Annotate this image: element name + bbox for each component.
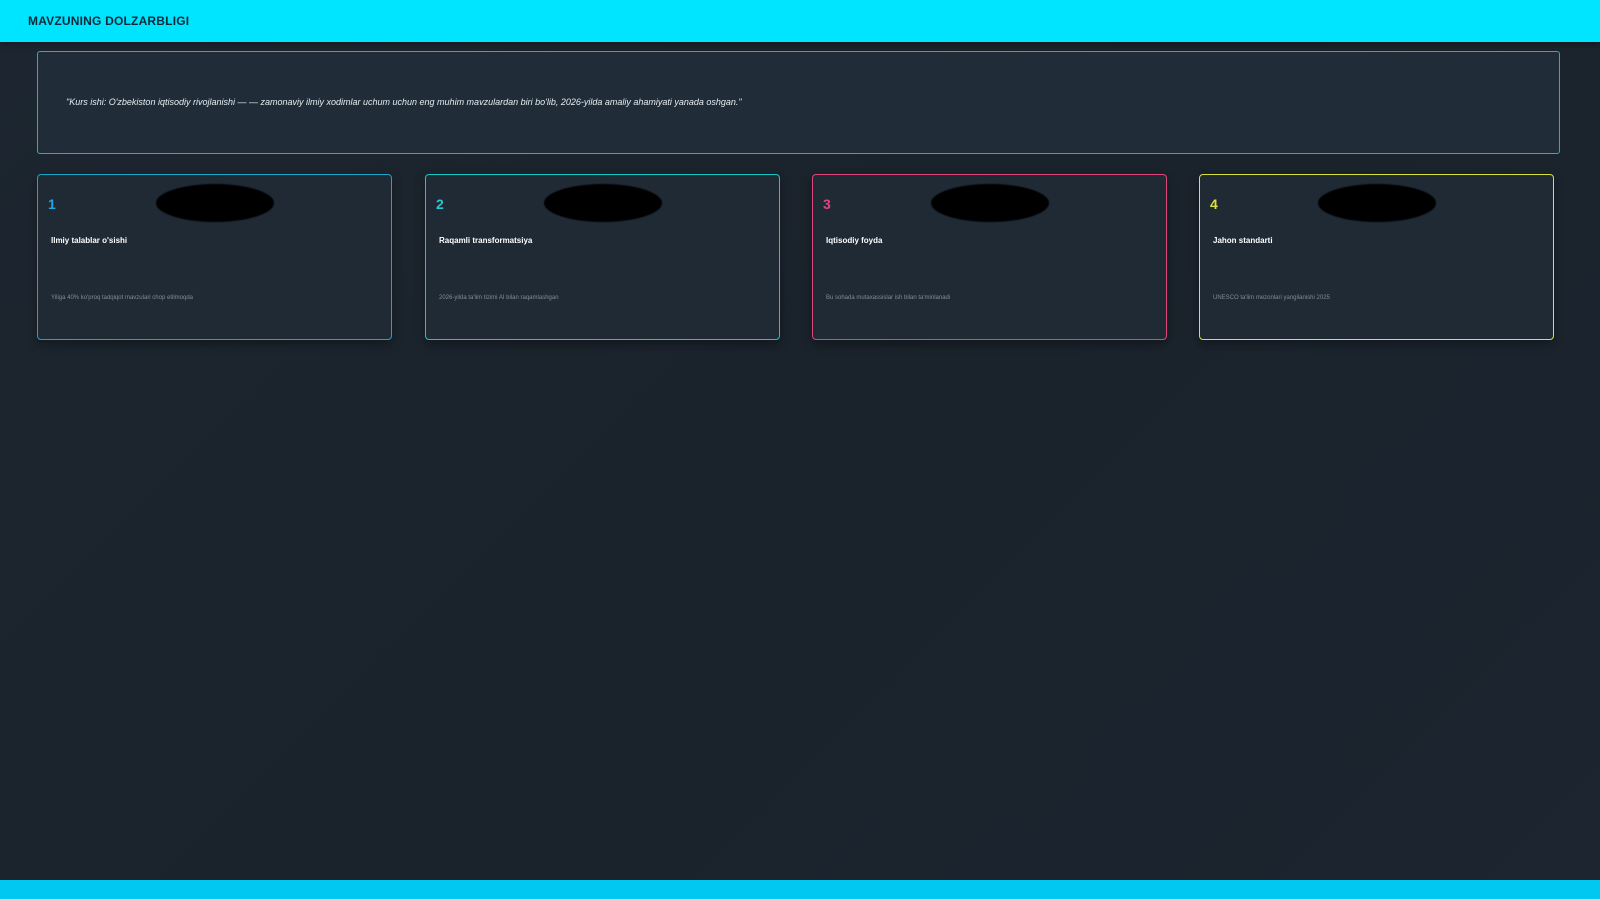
- card-1: 1 Ilmiy talablar o'sishi Yiliga 40% ko'p…: [37, 174, 392, 340]
- footer-bar: [0, 880, 1600, 899]
- card-title: Jahon standarti: [1213, 236, 1273, 245]
- card-number: 3: [823, 196, 831, 212]
- card-image-placeholder: [544, 184, 662, 222]
- card-number: 2: [436, 196, 444, 212]
- page-title: MAVZUNING DOLZARBLIGI: [28, 14, 190, 28]
- card-number: 1: [48, 196, 56, 212]
- card-title: Ilmiy talablar o'sishi: [51, 236, 128, 245]
- card-image-placeholder: [1318, 184, 1436, 222]
- card-description: 2026-yilda ta'lim tizimi AI bilan raqaml…: [439, 295, 559, 301]
- card-2: 2 Raqamli transformatsiya 2026-yilda ta'…: [425, 174, 780, 340]
- slide: MAVZUNING DOLZARBLIGI "Kurs ishi: O'zbek…: [0, 0, 1600, 899]
- card-description: Yiliga 40% ko'proq tadqiqot mavzulari ch…: [51, 295, 194, 301]
- header-bar: MAVZUNING DOLZARBLIGI: [0, 0, 1600, 42]
- card-image-placeholder: [156, 184, 274, 222]
- quote-text: "Kurs ishi: O'zbekiston iqtisodiy rivojl…: [66, 97, 742, 107]
- card-3: 3 Iqtisodiy foyda Bu sohada mutaxassisla…: [812, 174, 1167, 340]
- card-description: Bu sohada mutaxassislar ish bilan ta'min…: [826, 295, 951, 301]
- quote-box: "Kurs ishi: O'zbekiston iqtisodiy rivojl…: [37, 51, 1560, 154]
- card-title: Raqamli transformatsiya: [439, 236, 533, 245]
- card-number: 4: [1210, 196, 1218, 212]
- card-4: 4 Jahon standarti UNESCO ta'lim mezonlar…: [1199, 174, 1554, 340]
- card-description: UNESCO ta'lim mezonlari yangilanishi 202…: [1213, 295, 1330, 301]
- card-title: Iqtisodiy foyda: [826, 236, 883, 245]
- card-image-placeholder: [931, 184, 1049, 222]
